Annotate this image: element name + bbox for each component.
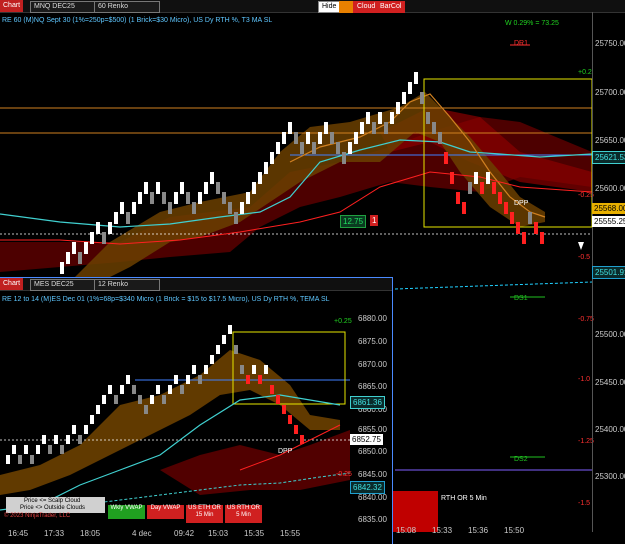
bottom-chart-plot[interactable] [0,305,350,525]
bottom-bar-type-selector[interactable]: 12 Renko [94,279,160,291]
us-rth-or-button[interactable]: US RTH OR 5 Min [225,505,262,523]
scroll-arrow-icon[interactable] [578,242,584,250]
bottom-instrument-selector[interactable]: MES DEC25 [30,279,96,291]
price-tick: 6880.00 [358,314,387,323]
price-tick: 25450.00 [595,378,625,387]
count-box: 1 [370,215,379,226]
price-tag-dashed: 25501.91 [592,266,625,279]
bottom-price-tag-cyan: 6861.36 [350,396,385,409]
time-tick: 15:08 [396,526,417,535]
day-vwap-button[interactable]: Day VWAP [147,505,184,519]
price-tick: 6875.00 [358,337,387,346]
legend-line-1: Price <= Scalp Cloud [24,498,81,504]
price-tick: 25500.00 [595,330,625,339]
value-box: 12.75 [340,215,367,228]
price-tag-last: 25555.25 [592,216,625,227]
price-tick: 6840.00 [358,493,387,502]
top-dashed-cyan [394,281,592,290]
time-tick: 15:35 [244,529,265,538]
ds1-label: DS1 [514,295,528,302]
time-tick: 15:03 [208,529,229,538]
time-tick: 15:50 [504,526,525,535]
time-tick: 09:42 [174,529,195,538]
bottom-price-tag-dashed: 6842.32 [350,481,385,494]
rth-or-label: RTH OR 5 Min [441,495,487,502]
bottom-time-axis[interactable]: 16:45 17:33 18:05 4 dec 09:42 15:03 15:3… [0,528,392,542]
price-tick: 25750.00 [595,39,625,48]
price-tick: 6855.00 [358,425,387,434]
top-chart-tab[interactable]: Chart [0,0,24,12]
pct-label-6: -1.5 [578,500,591,507]
time-tick: 15:33 [432,526,453,535]
price-tick: 25300.00 [595,472,625,481]
copyright-text: © 2023 NinjaTrader, LLC [4,513,71,519]
ds2-label: DS2 [514,456,528,463]
price-tick: 6870.00 [358,360,387,369]
top-time-axis[interactable]: 15:08 15:33 15:36 15:50 [392,524,592,536]
time-tick: 15:36 [468,526,489,535]
time-tick: 18:05 [80,529,101,538]
time-tick: 15:55 [280,529,301,538]
us-eth-or-button[interactable]: US ETH OR 15 Min [186,505,223,523]
price-tick: 6850.00 [358,447,387,456]
time-tick: 16:45 [8,529,29,538]
pct-label-plus: +0.2 [578,69,592,76]
time-tick: 4 dec [132,529,152,538]
price-tick: 25650.00 [595,136,625,145]
price-tick: 25400.00 [595,425,625,434]
price-tick: 25700.00 [595,88,625,97]
bottom-dpp-label: DPP [278,448,293,455]
pct-label-2: -0.5 [578,254,591,261]
top-dpp-label: DPP [514,200,529,207]
price-tick: 6835.00 [358,515,387,524]
time-tick: 17:33 [44,529,65,538]
price-tag-gold: 25568.00 [592,203,625,214]
legend-line-2: Price <> Outside Clouds [20,505,86,511]
pct-label-4: -1.0 [578,376,591,383]
dr1-label: DR1 [514,40,529,47]
price-tick: 6845.00 [358,470,387,479]
price-tick: 6865.00 [358,382,387,391]
bottom-chart-header: RE 12 to 14 (M)ES Dec 01 (1%=68p=$340 Mi… [2,296,330,303]
bottom-chart-tab[interactable]: Chart [0,278,24,290]
cloud-legend: Price <= Scalp Cloud Price <> Outside Cl… [6,497,105,513]
bottom-price-tag-last: 6852.75 [350,434,383,445]
wkly-vwap-button[interactable]: Wkly VWAP [108,505,145,519]
price-tag-cyan: 25621.53 [592,151,625,164]
price-tick: 25600.00 [595,184,625,193]
